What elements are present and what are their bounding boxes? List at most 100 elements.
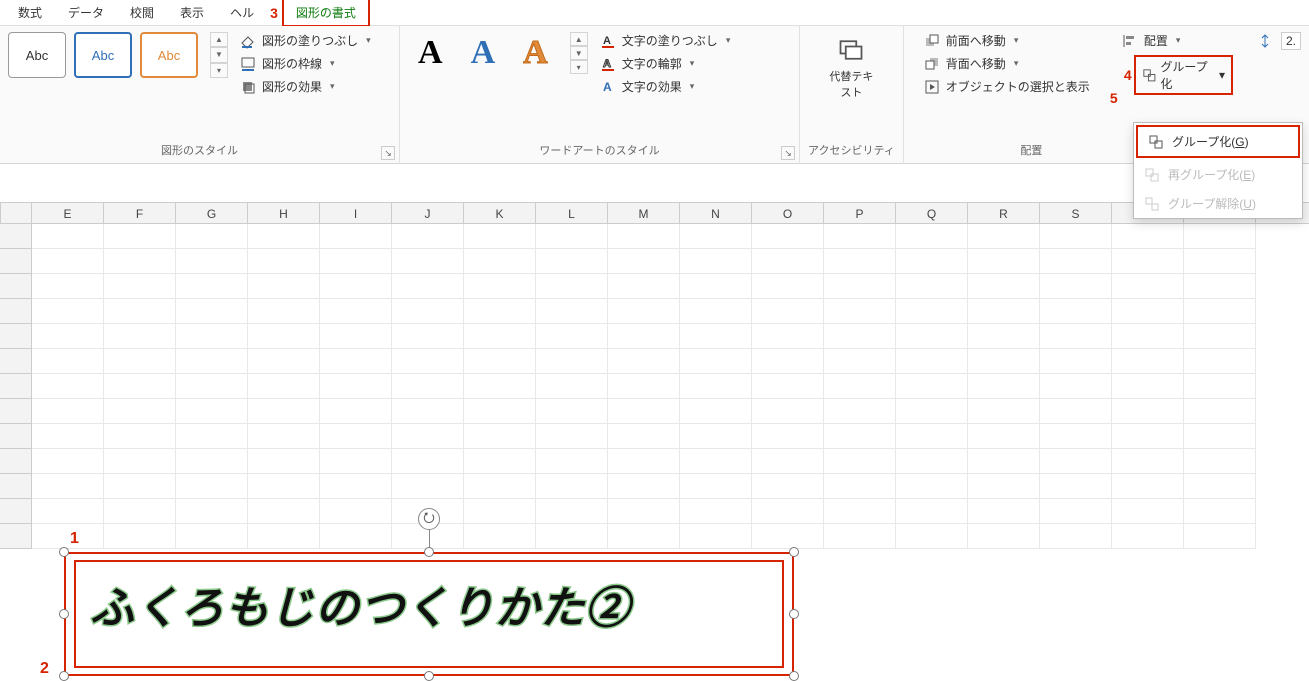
wordart-swatch[interactable]: A [513, 32, 558, 74]
col-header[interactable]: G [176, 203, 248, 223]
resize-handle[interactable] [424, 671, 434, 681]
resize-handle[interactable] [59, 547, 69, 557]
group-label: 図形のスタイル [8, 139, 391, 162]
label: 前面へ移動 [946, 32, 1006, 49]
ribbon: Abc Abc Abc ▲ ▼ ▾ 図形の塗りつぶし ▾ 図形の枠線▾ [0, 26, 1309, 164]
wordart-swatch[interactable]: A [461, 32, 506, 74]
group-shape-styles: Abc Abc Abc ▲ ▼ ▾ 図形の塗りつぶし ▾ 図形の枠線▾ [0, 26, 400, 164]
col-header[interactable]: P [824, 203, 896, 223]
shape-effects-button[interactable]: 図形の効果▾ [240, 78, 371, 95]
dialog-launcher[interactable]: ↘ [781, 146, 795, 160]
shape-style-gallery[interactable]: Abc Abc Abc ▲ ▼ ▾ [8, 32, 228, 78]
resize-handle[interactable] [789, 547, 799, 557]
wordart-gallery[interactable]: A A A ▲ ▼ ▾ [408, 32, 588, 74]
bring-forward-icon [924, 33, 940, 49]
dialog-launcher[interactable]: ↘ [381, 146, 395, 160]
group-icon [1148, 134, 1164, 150]
send-backward-icon [924, 56, 940, 72]
shape-style-swatch[interactable]: Abc [140, 32, 198, 78]
column-headers: E F G H I J K L M N O P Q R S T U [0, 202, 1309, 224]
svg-text:A: A [603, 35, 611, 47]
col-header[interactable]: R [968, 203, 1040, 223]
menu-regroup: 再グループ化(E) [1134, 160, 1302, 189]
text-effects-button[interactable]: A 文字の効果 ▾ [600, 78, 731, 95]
bring-forward-button[interactable]: 前面へ移動▾ [924, 32, 1090, 49]
shape-style-swatch[interactable]: Abc [8, 32, 66, 78]
shape-fill-button[interactable]: 図形の塗りつぶし ▾ [240, 32, 371, 49]
chevron-down-icon: ▾ [1176, 35, 1181, 46]
paint-bucket-icon [240, 33, 256, 49]
gallery-more[interactable]: ▲ ▼ ▾ [210, 32, 228, 78]
resize-handle[interactable] [424, 547, 434, 557]
gallery-expand-icon[interactable]: ▾ [210, 63, 228, 78]
col-header[interactable]: H [248, 203, 320, 223]
col-header[interactable]: L [536, 203, 608, 223]
col-header[interactable]: J [392, 203, 464, 223]
svg-text:A: A [603, 80, 612, 94]
menu-ungroup: グループ解除(U) [1134, 189, 1302, 218]
gallery-expand-icon[interactable]: ▾ [570, 60, 588, 74]
resize-handle[interactable] [789, 671, 799, 681]
label: 文字の効果 [622, 78, 682, 95]
align-button[interactable]: 配置 ▾ [1122, 32, 1233, 49]
menu-formula[interactable]: 数式 [6, 0, 54, 25]
gallery-down-icon[interactable]: ▼ [210, 47, 228, 62]
label: 文字の塗りつぶし [622, 32, 718, 49]
label: オブジェクトの選択と表示 [946, 78, 1090, 95]
rotate-handle[interactable]: ⭮ [418, 508, 440, 530]
menu-group[interactable]: グループ化(G) [1136, 125, 1300, 158]
callout-5: 5 [1110, 90, 1118, 106]
shape-outline-button[interactable]: 図形の枠線▾ [240, 55, 371, 72]
size-height: 2. [1257, 32, 1301, 50]
col-header[interactable]: M [608, 203, 680, 223]
menu-help[interactable]: ヘル [218, 0, 266, 25]
gallery-more[interactable]: ▲ ▼ ▾ [570, 32, 588, 74]
menu-data[interactable]: データ [56, 0, 116, 25]
menu-review[interactable]: 校閲 [118, 0, 166, 25]
resize-handle[interactable] [789, 609, 799, 619]
group-icon [1142, 67, 1157, 83]
group-objects-button[interactable]: グループ化▾ [1134, 55, 1233, 95]
col-header[interactable]: I [320, 203, 392, 223]
callout-3: 3 [270, 5, 278, 21]
menubar: 数式 データ 校閲 表示 ヘル 3 図形の書式 [0, 0, 1309, 26]
col-header[interactable]: E [32, 203, 104, 223]
selection-pane-button[interactable]: オブジェクトの選択と表示 [924, 78, 1090, 95]
menu-view[interactable]: 表示 [168, 0, 216, 25]
label: 図形の効果 [262, 78, 322, 95]
col-header[interactable]: K [464, 203, 536, 223]
text-effects-icon: A [600, 79, 616, 95]
shape-style-swatch[interactable]: Abc [74, 32, 132, 78]
spreadsheet[interactable]: E F G H I J K L M N O P Q R S T U ⭮ ふくろも… [0, 202, 1309, 549]
grid[interactable] [0, 224, 1309, 549]
text-fill-button[interactable]: A 文字の塗りつぶし▾ [600, 32, 731, 49]
group-label: ワードアートのスタイル [408, 139, 791, 162]
chevron-down-icon: ▾ [690, 81, 695, 92]
gallery-up-icon[interactable]: ▲ [570, 32, 588, 46]
chevron-down-icon: ▾ [366, 35, 371, 46]
label: 図形の塗りつぶし [262, 32, 358, 49]
col-header[interactable]: N [680, 203, 752, 223]
group-menu-popup: グループ化(G) 再グループ化(E) グループ解除(U) [1133, 122, 1303, 219]
gallery-down-icon[interactable]: ▼ [570, 46, 588, 60]
ungroup-icon [1144, 196, 1160, 212]
gallery-up-icon[interactable]: ▲ [210, 32, 228, 47]
menu-shape-format[interactable]: 図形の書式 [282, 0, 370, 27]
size-value[interactable]: 2. [1281, 32, 1301, 50]
selected-shape-group[interactable]: ⭮ ふくろもじのつくりかた② [64, 552, 794, 676]
resize-handle[interactable] [59, 671, 69, 681]
col-header[interactable]: S [1040, 203, 1112, 223]
wordart-text[interactable]: ふくろもじのつくりかた② [90, 572, 630, 636]
col-header[interactable]: F [104, 203, 176, 223]
resize-handle[interactable] [59, 609, 69, 619]
label: 配置 [1144, 32, 1168, 49]
send-backward-button[interactable]: 背面へ移動▾ [924, 55, 1090, 72]
wordart-swatch[interactable]: A [408, 32, 453, 74]
alt-text-button[interactable]: 代替テキスト [825, 32, 877, 100]
outline-icon [240, 56, 256, 72]
chevron-down-icon: ▾ [330, 58, 335, 69]
col-header[interactable]: O [752, 203, 824, 223]
col-header[interactable]: Q [896, 203, 968, 223]
text-outline-button[interactable]: A 文字の輪郭▾ [600, 55, 731, 72]
group-wordart-styles: A A A ▲ ▼ ▾ A 文字の塗りつぶし▾ A 文字の輪郭▾ [400, 26, 800, 164]
